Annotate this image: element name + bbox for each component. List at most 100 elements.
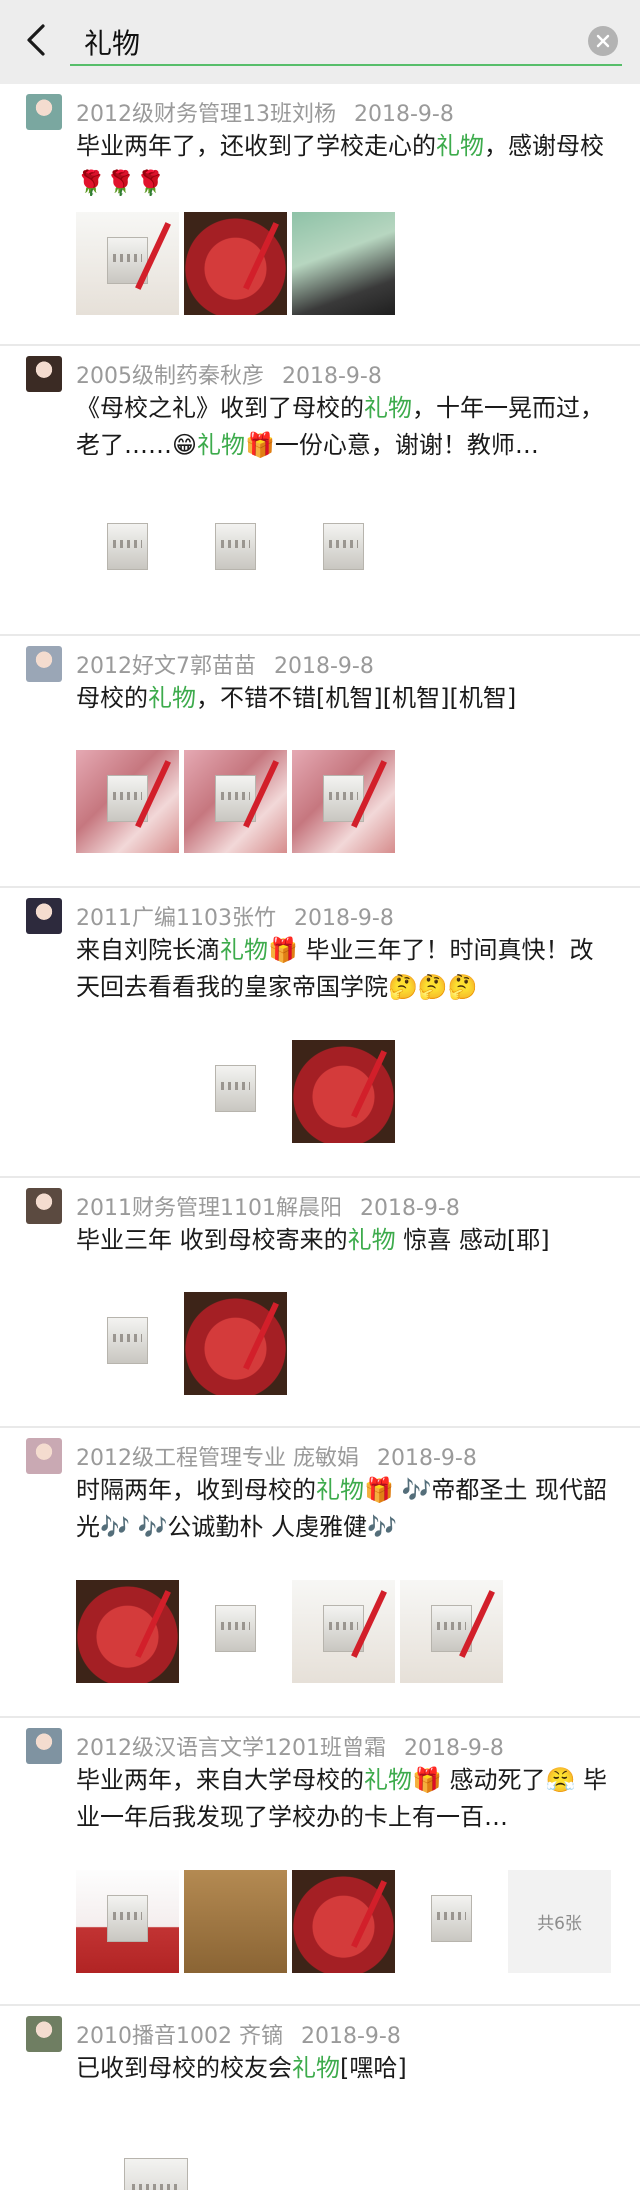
text-segment: 来自刘院长滴 bbox=[76, 936, 220, 964]
search-query-text: 礼物 bbox=[84, 27, 141, 60]
text-segment: ，不错不错[机智][机智][机智] bbox=[196, 684, 517, 712]
photo-thumbnail[interactable] bbox=[292, 1040, 395, 1143]
photo-thumbnail[interactable] bbox=[184, 212, 287, 315]
photo-thumbnail[interactable] bbox=[184, 1040, 287, 1143]
photo-thumbnail[interactable] bbox=[76, 1580, 179, 1683]
post-text: 毕业两年了，还收到了学校走心的礼物，感谢母校🌹🌹🌹 bbox=[76, 128, 616, 202]
post-text: 来自刘院长滴礼物🎁 毕业三年了！时间真快！改天回去看看我的皇家帝国学院🤔🤔🤔 bbox=[76, 932, 616, 1006]
search-result-post[interactable]: 2012级工程管理专业 庞敏娟 2018-9-8 时隔两年，收到母校的礼物🎁 🎶帝都… bbox=[0, 1428, 640, 1718]
clear-search-button[interactable] bbox=[588, 26, 618, 56]
author-name[interactable]: 2012级汉语言文学1201班曾霜 bbox=[76, 1736, 386, 1761]
search-result-post[interactable]: 2012级汉语言文学1201班曾霜 2018-9-8 毕业两年，来自大学母校的礼物🎁… bbox=[0, 1718, 640, 2006]
photo-thumbnail[interactable] bbox=[400, 1580, 503, 1683]
post-text: 已收到母校的校友会礼物[嘿哈] bbox=[76, 2050, 616, 2087]
author-name[interactable]: 2011财务管理1101解晨阳 bbox=[76, 1196, 342, 1221]
search-result-post[interactable]: 2010播音1002 齐镝 2018-9-8 已收到母校的校友会礼物[嘿哈] bbox=[0, 2006, 640, 2190]
red-tassel bbox=[351, 1880, 388, 1949]
photo-thumbnail[interactable] bbox=[76, 1870, 179, 1973]
back-button[interactable] bbox=[14, 18, 58, 62]
post-date: 2018-9-8 bbox=[282, 364, 382, 389]
chevron-left-icon bbox=[27, 24, 45, 56]
red-tassel bbox=[243, 1302, 280, 1371]
photo-thumbnail[interactable] bbox=[400, 1870, 503, 1973]
avatar[interactable] bbox=[26, 2016, 62, 2052]
avatar[interactable] bbox=[26, 1728, 62, 1764]
search-result-post[interactable]: 2012级财务管理13班刘杨 2018-9-8 毕业两年了，还收到了学校走心的礼物，… bbox=[0, 84, 640, 346]
photo-thumbnail[interactable] bbox=[76, 2120, 236, 2190]
search-input[interactable]: 礼物 bbox=[70, 16, 622, 66]
photo-thumbnail[interactable] bbox=[292, 498, 395, 601]
post-author[interactable]: 2012级工程管理专业 庞敏娟 2018-9-8 bbox=[76, 1440, 477, 1472]
post-author[interactable]: 2012级汉语言文学1201班曾霜 2018-9-8 bbox=[76, 1730, 504, 1762]
photo-thumbnail[interactable] bbox=[292, 212, 395, 315]
author-name[interactable]: 2005级制药秦秋彦 bbox=[76, 364, 264, 389]
post-date: 2018-9-8 bbox=[376, 1446, 477, 1471]
jade-seal bbox=[106, 1316, 149, 1365]
photo-thumbnail[interactable] bbox=[184, 1870, 287, 1973]
photo-thumbnail[interactable] bbox=[292, 750, 395, 853]
photo-thumbnail[interactable] bbox=[184, 1292, 287, 1395]
photo-thumbnail[interactable] bbox=[76, 1292, 179, 1395]
jade-seal bbox=[214, 522, 257, 571]
post-date: 2018-9-8 bbox=[293, 906, 394, 931]
post-text: 毕业两年，来自大学母校的礼物🎁 感动死了😤 毕业一年后我发现了学校办的卡上有一百… bbox=[76, 1762, 616, 1836]
photo-thumbnail[interactable] bbox=[76, 498, 179, 601]
photo-thumbnail[interactable] bbox=[400, 498, 503, 601]
jade-seal bbox=[430, 1894, 473, 1943]
search-result-post[interactable]: 2011财务管理1101解晨阳 2018-9-8 毕业三年 收到母校寄来的礼物 惊喜… bbox=[0, 1178, 640, 1428]
photo-grid bbox=[76, 1292, 287, 1395]
text-segment: 毕业两年了，还收到了学校走心的 bbox=[76, 132, 436, 160]
keyword-highlight: 礼物 bbox=[364, 394, 412, 422]
jade-seal bbox=[214, 1064, 257, 1113]
photo-thumbnail[interactable] bbox=[292, 1580, 395, 1683]
avatar[interactable] bbox=[26, 94, 62, 130]
photo-thumbnail[interactable] bbox=[184, 1580, 287, 1683]
keyword-highlight: 礼物 bbox=[364, 1766, 412, 1794]
search-result-post[interactable]: 2011广编1103张竹 2018-9-8 来自刘院长滴礼物🎁 毕业三年了！时间真快… bbox=[0, 888, 640, 1178]
post-author[interactable]: 2011财务管理1101解晨阳 2018-9-8 bbox=[76, 1190, 460, 1222]
keyword-highlight: 礼物 bbox=[347, 1226, 396, 1254]
text-segment: 毕业三年 收到母校寄来的 bbox=[76, 1226, 348, 1254]
photo-thumbnail[interactable] bbox=[76, 212, 179, 315]
author-name[interactable]: 2012级工程管理专业 庞敏娟 bbox=[76, 1446, 359, 1471]
search-result-post[interactable]: 2005级制药秦秋彦 2018-9-8 《母校之礼》收到了母校的礼物，十年一晃而过，… bbox=[0, 346, 640, 636]
photo-thumbnail[interactable] bbox=[184, 498, 287, 601]
text-segment: [嘿哈] bbox=[340, 2054, 407, 2082]
text-segment: 毕业两年，来自大学母校的 bbox=[76, 1766, 364, 1794]
jade-seal bbox=[124, 2158, 188, 2190]
author-name[interactable]: 2010播音1002 齐镝 bbox=[76, 2024, 283, 2049]
avatar[interactable] bbox=[26, 356, 62, 392]
photo-thumbnail[interactable] bbox=[184, 750, 287, 853]
author-name[interactable]: 2011广编1103张竹 bbox=[76, 906, 276, 931]
search-bar: 礼物 bbox=[0, 0, 640, 84]
more-photos-tile[interactable]: 共6张 bbox=[508, 1870, 611, 1973]
author-name[interactable]: 2012好文7郭苗苗 bbox=[76, 654, 256, 679]
post-author[interactable]: 2010播音1002 齐镝 2018-9-8 bbox=[76, 2018, 401, 2050]
red-tassel bbox=[351, 1050, 388, 1119]
post-author[interactable]: 2012级财务管理13班刘杨 2018-9-8 bbox=[76, 96, 454, 128]
avatar[interactable] bbox=[26, 898, 62, 934]
avatar[interactable] bbox=[26, 646, 62, 682]
photo-grid bbox=[76, 2120, 236, 2190]
text-segment: 🎁一份心意，谢谢！教师… bbox=[245, 431, 539, 459]
avatar[interactable] bbox=[26, 1438, 62, 1474]
jade-seal bbox=[106, 1894, 149, 1943]
photo-thumbnail[interactable] bbox=[292, 1870, 395, 1973]
post-author[interactable]: 2012好文7郭苗苗 2018-9-8 bbox=[76, 648, 374, 680]
keyword-highlight: 礼物 bbox=[292, 2054, 340, 2082]
post-author[interactable]: 2005级制药秦秋彦 2018-9-8 bbox=[76, 358, 382, 390]
search-result-post[interactable]: 2012好文7郭苗苗 2018-9-8 母校的礼物，不错不错[机智][机智][机智] bbox=[0, 636, 640, 888]
post-author[interactable]: 2011广编1103张竹 2018-9-8 bbox=[76, 900, 394, 932]
keyword-highlight: 礼物 bbox=[148, 684, 196, 712]
photo-thumbnail[interactable] bbox=[76, 750, 179, 853]
text-segment: 惊喜 感动[耶] bbox=[395, 1226, 550, 1254]
avatar[interactable] bbox=[26, 1188, 62, 1224]
author-name[interactable]: 2012级财务管理13班刘杨 bbox=[76, 102, 336, 127]
post-date: 2018-9-8 bbox=[300, 2024, 401, 2049]
photo-thumbnail[interactable] bbox=[76, 1040, 179, 1143]
red-tassel bbox=[135, 1590, 172, 1659]
post-text: 母校的礼物，不错不错[机智][机智][机智] bbox=[76, 680, 616, 717]
red-tassel bbox=[243, 222, 280, 291]
keyword-highlight: 礼物 bbox=[436, 132, 484, 160]
post-text: 《母校之礼》收到了母校的礼物，十年一晃而过，老了……😁礼物🎁一份心意，谢谢！教师… bbox=[76, 390, 616, 464]
